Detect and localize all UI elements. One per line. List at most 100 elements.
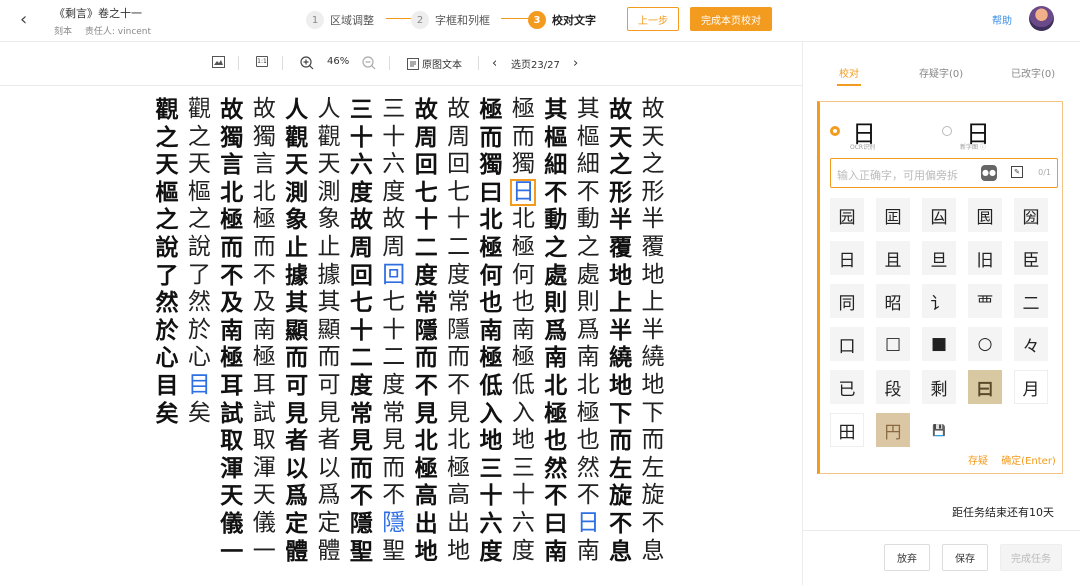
char-cell[interactable]: 南: [510, 317, 536, 345]
char-cell[interactable]: 高: [446, 482, 472, 510]
original-text-toggle[interactable]: 原图文本: [407, 56, 462, 71]
char-cell[interactable]: 二: [446, 234, 472, 262]
char-cell[interactable]: 地: [478, 427, 504, 455]
char-cell[interactable]: 動: [575, 206, 601, 234]
char-cell[interactable]: 矣: [186, 400, 212, 428]
char-cell[interactable]: 極: [478, 234, 504, 262]
char-cell[interactable]: 體: [284, 538, 310, 566]
char-cell[interactable]: 繞: [608, 344, 634, 372]
char-cell[interactable]: 地: [446, 538, 472, 566]
candidate-char[interactable]: 讠: [922, 284, 956, 318]
char-cell[interactable]: 其: [543, 96, 569, 124]
char-cell[interactable]: 隱: [381, 510, 407, 538]
char-cell[interactable]: 而: [381, 455, 407, 483]
char-cell[interactable]: 入: [510, 400, 536, 428]
char-cell[interactable]: 處: [575, 262, 601, 290]
char-cell[interactable]: 十: [413, 206, 439, 234]
char-cell[interactable]: 動: [543, 206, 569, 234]
char-cell[interactable]: 三: [381, 96, 407, 124]
avatar[interactable]: [1029, 6, 1054, 31]
char-cell[interactable]: 然: [186, 289, 212, 317]
char-cell[interactable]: 據: [284, 262, 310, 290]
char-cell[interactable]: 地: [640, 372, 666, 400]
char-cell[interactable]: 周: [446, 124, 472, 152]
char-cell[interactable]: 其: [284, 289, 310, 317]
char-cell[interactable]: 七: [446, 179, 472, 207]
char-cell[interactable]: 天: [316, 151, 342, 179]
save-button[interactable]: 保存: [942, 544, 988, 571]
char-cell[interactable]: 十: [381, 124, 407, 152]
char-cell[interactable]: 北: [413, 427, 439, 455]
char-cell[interactable]: 而: [640, 427, 666, 455]
char-cell[interactable]: 周: [413, 124, 439, 152]
char-cell[interactable]: 三: [478, 455, 504, 483]
char-cell[interactable]: 而: [413, 344, 439, 372]
step-region-adjust[interactable]: 1 区域调整: [306, 10, 374, 30]
char-cell[interactable]: 地: [608, 372, 634, 400]
char-cell[interactable]: 半: [640, 206, 666, 234]
char-cell[interactable]: 極: [510, 344, 536, 372]
char-cell[interactable]: 極: [510, 234, 536, 262]
char-cell[interactable]: 說: [154, 234, 180, 262]
char-cell[interactable]: 六: [381, 151, 407, 179]
char-cell[interactable]: 其: [575, 96, 601, 124]
char-cell[interactable]: 人: [316, 96, 342, 124]
char-cell[interactable]: 而: [478, 124, 504, 152]
char-cell[interactable]: 南: [543, 344, 569, 372]
candidate-char[interactable]: 月: [1014, 370, 1048, 404]
char-cell[interactable]: 取: [251, 427, 277, 455]
char-cell[interactable]: 言: [219, 151, 245, 179]
char-cell[interactable]: 樞: [575, 124, 601, 152]
char-cell[interactable]: 然: [543, 455, 569, 483]
char-cell[interactable]: 而: [284, 344, 310, 372]
char-cell[interactable]: 象: [316, 206, 342, 234]
ocr-radio[interactable]: [830, 126, 840, 136]
char-cell[interactable]: 北: [251, 179, 277, 207]
char-cell[interactable]: 之: [543, 234, 569, 262]
confirm-button[interactable]: 确定(Enter): [1001, 456, 1056, 467]
char-cell[interactable]: 三: [510, 455, 536, 483]
char-cell[interactable]: 度: [413, 262, 439, 290]
char-cell[interactable]: 常: [348, 400, 374, 428]
char-cell[interactable]: 於: [186, 317, 212, 345]
candidate-char[interactable]: 且: [876, 241, 910, 275]
char-cell[interactable]: 故: [608, 96, 634, 124]
char-cell[interactable]: 定: [284, 510, 310, 538]
char-cell[interactable]: 故: [348, 206, 374, 234]
char-cell[interactable]: 取: [219, 427, 245, 455]
char-cell[interactable]: 測: [284, 179, 310, 207]
char-cell[interactable]: 極: [219, 206, 245, 234]
char-cell[interactable]: 南: [219, 317, 245, 345]
char-cell[interactable]: 故: [446, 96, 472, 124]
char-cell[interactable]: 上: [640, 289, 666, 317]
step-boxes-columns[interactable]: 2 字框和列框: [411, 10, 490, 30]
char-cell[interactable]: 不: [575, 482, 601, 510]
char-cell[interactable]: 爲: [575, 317, 601, 345]
char-cell[interactable]: 低: [478, 372, 504, 400]
char-cell[interactable]: 細: [575, 151, 601, 179]
char-cell[interactable]: 心: [154, 344, 180, 372]
char-cell[interactable]: 常: [413, 289, 439, 317]
actual-size-icon[interactable]: 1:1: [256, 56, 268, 67]
char-cell[interactable]: 下: [640, 400, 666, 428]
candidate-char[interactable]: 同: [830, 284, 864, 318]
char-cell[interactable]: 度: [348, 372, 374, 400]
char-cell[interactable]: 樞: [543, 124, 569, 152]
char-cell[interactable]: 試: [219, 400, 245, 428]
char-cell[interactable]: 見: [446, 400, 472, 428]
char-cell[interactable]: 之: [186, 124, 212, 152]
char-cell[interactable]: 而: [219, 234, 245, 262]
char-cell[interactable]: 說: [186, 234, 212, 262]
char-cell[interactable]: 十: [478, 482, 504, 510]
char-cell[interactable]: 而: [316, 344, 342, 372]
char-cell[interactable]: 度: [381, 372, 407, 400]
char-cell[interactable]: 天: [284, 151, 310, 179]
char-cell[interactable]: 天: [219, 482, 245, 510]
char-cell[interactable]: 周: [381, 234, 407, 262]
save-icon[interactable]: 💾: [922, 413, 956, 447]
char-cell[interactable]: 二: [413, 234, 439, 262]
char-cell[interactable]: 六: [478, 510, 504, 538]
help-link[interactable]: 帮助: [992, 12, 1012, 27]
char-cell[interactable]: 一: [251, 538, 277, 566]
char-cell[interactable]: 見: [413, 400, 439, 428]
